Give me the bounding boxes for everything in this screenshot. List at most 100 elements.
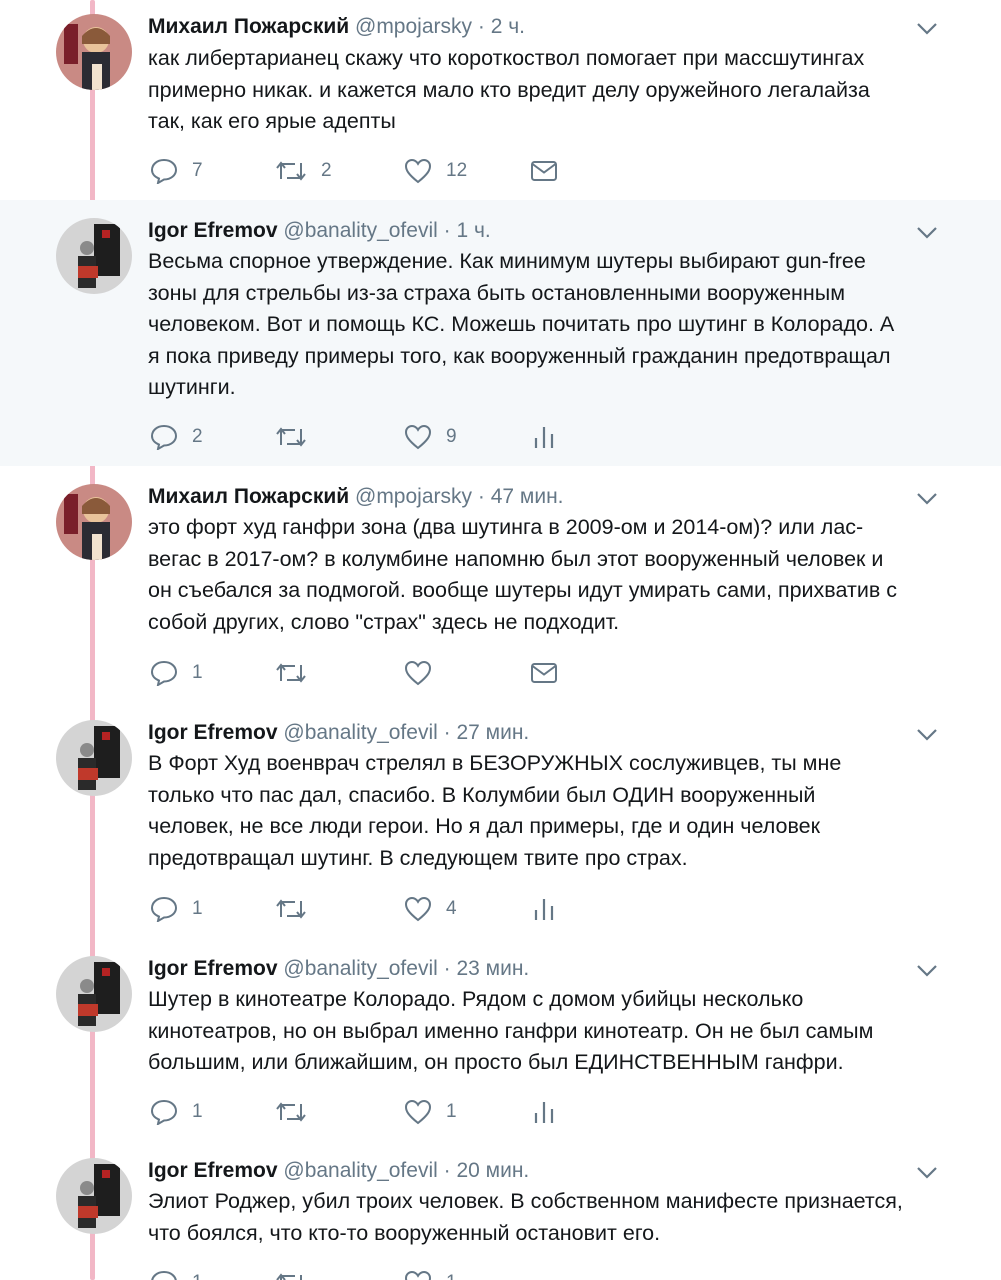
chevron-down-icon[interactable] — [916, 728, 938, 742]
like-count: 12 — [446, 160, 468, 181]
reply-icon — [150, 158, 178, 184]
reply-button[interactable]: 7 — [150, 156, 203, 186]
avatar[interactable] — [56, 218, 132, 294]
tweet-header: Igor Efremov @banality_ofevil · 20 мин. — [148, 1158, 529, 1184]
action-bar: 1 1 — [150, 1097, 600, 1127]
avatar[interactable] — [56, 720, 132, 796]
timestamp[interactable]: 2 ч. — [491, 15, 525, 38]
tweet-header: Михаил Пожарский @mpojarsky · 47 мин. — [148, 484, 564, 510]
tweet-text-line: что боялся, что кто-то вооруженный остан… — [148, 1220, 661, 1245]
reply-button[interactable]: 1 — [150, 658, 203, 688]
retweet-button[interactable]: 2 — [275, 156, 332, 186]
retweet-button[interactable] — [275, 1097, 307, 1127]
action-bar: 1 1 — [150, 1268, 600, 1280]
like-button[interactable]: 4 — [404, 894, 457, 924]
tweet-header: Михаил Пожарский @mpojarsky · 2 ч. — [148, 14, 525, 40]
tweet-text-line: как либертарианец скажу что короткоствол… — [148, 46, 865, 70]
tweet[interactable]: Igor Efremov @banality_ofevil · 23 мин. … — [0, 938, 1001, 1140]
avatar[interactable] — [56, 484, 132, 560]
message-button[interactable] — [530, 658, 558, 688]
like-button[interactable] — [404, 658, 432, 688]
avatar[interactable] — [56, 956, 132, 1032]
analytics-button[interactable] — [532, 1097, 556, 1127]
tweet-text-line: человек, не все люди герои. Но я дал при… — [148, 814, 821, 838]
author-name[interactable]: Михаил Пожарский — [148, 15, 349, 38]
retweet-icon — [276, 1273, 302, 1280]
author-name[interactable]: Igor Efremov — [148, 721, 278, 744]
tweet[interactable]: Михаил Пожарский @mpojarsky · 47 мин. эт… — [0, 466, 1001, 702]
tweet-text-line: он съебался за подмогой. вообще шутеры и… — [148, 578, 897, 602]
timestamp[interactable]: 20 мин. — [456, 1159, 529, 1182]
author-handle[interactable]: @banality_ofevil — [283, 219, 437, 242]
like-button[interactable]: 1 — [404, 1097, 457, 1127]
tweet-text: как либертарианец скажу что короткоствол… — [148, 43, 948, 138]
author-handle[interactable]: @banality_ofevil — [283, 957, 437, 980]
tweet-text-line: зоны для стрельбы из-за страха быть оста… — [148, 280, 846, 305]
reply-button[interactable]: 2 — [150, 422, 203, 452]
like-button[interactable]: 12 — [404, 156, 467, 186]
reply-count: 2 — [192, 426, 203, 447]
avatar[interactable] — [56, 14, 132, 90]
retweet-button[interactable] — [275, 422, 307, 452]
reply-button[interactable]: 1 — [150, 894, 203, 924]
tweet[interactable]: Михаил Пожарский @mpojarsky · 2 ч. как л… — [0, 0, 1001, 200]
author-name[interactable]: Igor Efremov — [148, 1159, 278, 1182]
retweet-button[interactable] — [275, 894, 307, 924]
timestamp[interactable]: 23 мин. — [456, 957, 529, 980]
mail-icon — [531, 161, 557, 181]
timestamp[interactable]: 1 ч. — [456, 219, 490, 242]
tweet-text-line: Шутер в кинотеатре Колорадо. Рядом с дом… — [148, 987, 804, 1011]
chevron-down-icon[interactable] — [916, 22, 938, 36]
author-name[interactable]: Михаил Пожарский — [148, 485, 349, 508]
action-bar: 7 2 12 — [150, 156, 600, 186]
tweet-header: Igor Efremov @banality_ofevil · 1 ч. — [148, 218, 491, 244]
analytics-button[interactable] — [532, 894, 556, 924]
tweet-header: Igor Efremov @banality_ofevil · 23 мин. — [148, 956, 529, 982]
mail-icon — [531, 663, 557, 683]
tweet[interactable]: Igor Efremov @banality_ofevil · 27 мин. … — [0, 702, 1001, 938]
tweet-text-line: Весьма спорное утверждение. Как минимум … — [148, 249, 866, 273]
avatar[interactable] — [56, 1158, 132, 1234]
chevron-down-icon[interactable] — [916, 1166, 938, 1180]
timestamp[interactable]: 27 мин. — [456, 721, 529, 744]
author-handle[interactable]: @banality_ofevil — [283, 721, 437, 744]
chevron-down-icon[interactable] — [916, 492, 938, 506]
timestamp[interactable]: 47 мин. — [491, 485, 564, 508]
like-count: 9 — [446, 426, 457, 447]
retweet-icon — [276, 161, 306, 181]
tweet[interactable]: Igor Efremov @banality_ofevil · 1 ч. Вес… — [0, 200, 1001, 466]
author-handle[interactable]: @mpojarsky — [355, 485, 472, 508]
action-bar: 2 9 — [150, 422, 600, 452]
message-button[interactable] — [530, 156, 558, 186]
heart-icon — [404, 1270, 432, 1280]
chevron-down-icon[interactable] — [916, 964, 938, 978]
reply-icon — [150, 1099, 178, 1125]
reply-count: 1 — [192, 662, 203, 683]
reply-count: 7 — [192, 160, 203, 181]
author-handle[interactable]: @mpojarsky — [355, 15, 472, 38]
tweet-text: Элиот Роджер, убил троих человек. В собс… — [148, 1186, 948, 1249]
author-name[interactable]: Igor Efremov — [148, 219, 278, 242]
tweet-text-line: шутинги. — [148, 375, 236, 399]
tweet-text: это форт худ ганфри зона (два шутинга в … — [148, 512, 948, 638]
like-button[interactable]: 9 — [404, 422, 457, 452]
like-button[interactable]: 1 — [404, 1268, 457, 1280]
tweet-text-line: собой других, слово "страх" здесь не под… — [148, 609, 620, 634]
heart-icon — [404, 1099, 432, 1125]
reply-icon — [150, 896, 178, 922]
tweet[interactable]: Igor Efremov @banality_ofevil · 20 мин. … — [0, 1140, 1001, 1280]
tweet-text-line: Элиот Роджер, убил троих человек. В собс… — [148, 1189, 903, 1213]
reply-button[interactable]: 1 — [150, 1268, 203, 1280]
reply-button[interactable]: 1 — [150, 1097, 203, 1127]
tweet-text-line: так, как его ярые адепты — [148, 109, 396, 133]
author-handle[interactable]: @banality_ofevil — [283, 1159, 437, 1182]
analytics-button[interactable] — [532, 422, 556, 452]
retweet-button[interactable] — [275, 658, 307, 688]
retweet-count: 2 — [321, 160, 332, 181]
chevron-down-icon[interactable] — [916, 226, 938, 240]
analytics-icon — [534, 1102, 554, 1123]
heart-icon — [404, 660, 432, 686]
retweet-button[interactable] — [275, 1268, 307, 1280]
tweet-text-line: большим, или ближайшим, он просто был ЕД… — [148, 1050, 844, 1074]
author-name[interactable]: Igor Efremov — [148, 957, 278, 980]
